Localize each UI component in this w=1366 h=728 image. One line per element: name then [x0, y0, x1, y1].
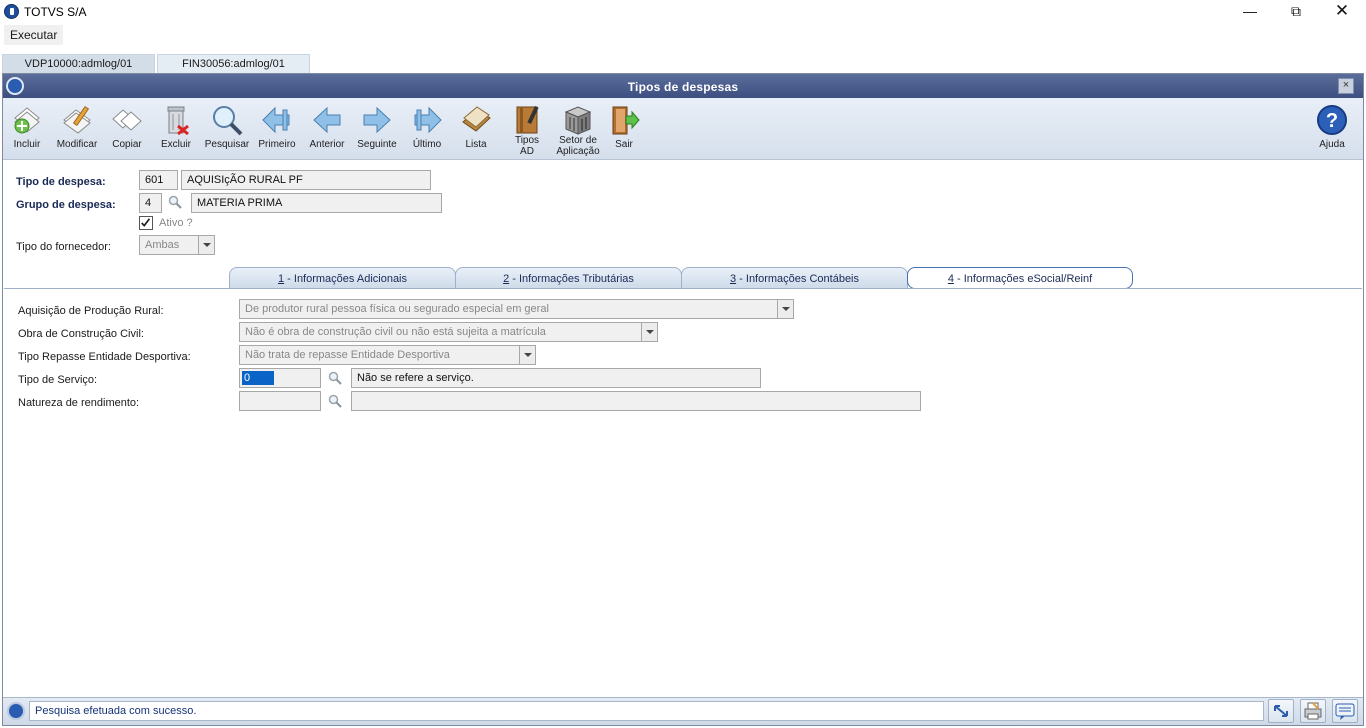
- tab-panel-esocial: [4, 288, 1362, 694]
- resize-arrows-icon: [1274, 705, 1288, 717]
- tipo-despesa-label: Tipo de despesa:: [16, 176, 106, 188]
- tipos-label-1: Tipos: [514, 135, 540, 146]
- svg-text:?: ?: [1326, 110, 1338, 132]
- copiar-button[interactable]: Copiar: [104, 102, 150, 158]
- aquisicao-value: De produtor rural pessoa física ou segur…: [245, 303, 549, 315]
- edit-document-icon: [63, 105, 91, 134]
- sair-button[interactable]: Sair: [601, 102, 647, 158]
- repasse-label: Tipo Repasse Entidade Desportiva:: [18, 351, 191, 363]
- tipo-fornecedor-value: Ambas: [145, 239, 180, 251]
- seguinte-button[interactable]: Seguinte: [354, 102, 400, 158]
- modificar-button[interactable]: Modificar: [54, 102, 100, 158]
- ativo-label: Ativo ?: [159, 217, 193, 229]
- book-list-icon: [462, 106, 491, 132]
- excluir-label: Excluir: [160, 139, 191, 150]
- servico-code-field[interactable]: 0: [239, 368, 321, 388]
- previous-record-icon: [313, 106, 341, 134]
- ajuda-button[interactable]: ? Ajuda: [1309, 102, 1355, 158]
- chat-message-icon: [1335, 703, 1355, 720]
- totvs-status-icon: [7, 702, 25, 720]
- tab-2-label: - Informações Tributárias: [509, 273, 634, 285]
- app-title: TOTVS S/A: [24, 5, 87, 19]
- repasse-value: Não trata de repasse Entidade Desportiva: [245, 349, 450, 361]
- printer-icon: [1304, 702, 1322, 720]
- first-record-icon: [262, 106, 290, 134]
- chevron-down-icon: [641, 323, 657, 341]
- grupo-despesa-label: Grupo de despesa:: [16, 199, 116, 211]
- natureza-label: Natureza de rendimento:: [18, 397, 140, 409]
- print-button[interactable]: [1300, 699, 1326, 723]
- building-icon: [564, 106, 592, 135]
- magnifier-search-icon: [213, 106, 243, 136]
- copy-document-icon: [112, 109, 142, 131]
- trash-delete-icon: [167, 106, 189, 136]
- exit-door-icon: [612, 106, 640, 135]
- obra-select[interactable]: Não é obra de construção civil ou não es…: [239, 322, 658, 342]
- aquisicao-select[interactable]: De produtor rural pessoa física ou segur…: [239, 299, 794, 319]
- pesquisar-button[interactable]: Pesquisar: [204, 102, 250, 158]
- tipo-fornecedor-label: Tipo do fornecedor:: [16, 241, 111, 253]
- tab-1-label: - Informações Adicionais: [284, 273, 407, 285]
- tab-3-label: - Informações Contábeis: [736, 273, 859, 285]
- chevron-down-icon: [198, 236, 214, 254]
- checkmark-icon: [141, 218, 151, 227]
- window-close-button[interactable]: ×: [1338, 78, 1354, 94]
- sair-label: Sair: [615, 139, 633, 150]
- last-record-icon: [414, 106, 442, 134]
- status-message: Pesquisa efetuada com sucesso.: [29, 701, 1264, 721]
- messages-button[interactable]: [1332, 699, 1358, 723]
- add-document-icon: [14, 107, 40, 134]
- chevron-down-icon: [519, 346, 535, 364]
- aquisicao-label: Aquisição de Produção Rural:: [18, 305, 164, 317]
- tipo-despesa-code-field[interactable]: 601: [139, 170, 178, 190]
- grupo-despesa-zoom-icon[interactable]: [168, 195, 182, 209]
- anterior-button[interactable]: Anterior: [304, 102, 350, 158]
- tab-informacoes-adicionais[interactable]: 1 - Informações Adicionais: [229, 267, 456, 289]
- help-question-icon: ?: [1317, 105, 1347, 135]
- tipos-ad-button[interactable]: Tipos AD: [504, 102, 550, 158]
- servico-desc-field[interactable]: Não se refere a serviço.: [351, 368, 761, 388]
- obra-value: Não é obra de construção civil ou não es…: [245, 326, 546, 338]
- grupo-despesa-desc-field[interactable]: MATERIA PRIMA: [191, 193, 442, 213]
- natureza-desc-field[interactable]: [351, 391, 921, 411]
- grupo-despesa-code-field[interactable]: 4: [139, 193, 162, 213]
- restore-button[interactable]: ⧉: [1273, 0, 1319, 24]
- excluir-button[interactable]: Excluir: [153, 102, 199, 158]
- lista-label: Lista: [465, 139, 487, 150]
- window-title: Tipos de despesas: [627, 80, 739, 94]
- incluir-button[interactable]: Incluir: [4, 102, 50, 158]
- tab-informacoes-esocial-reinf[interactable]: 4 - Informações eSocial/Reinf: [907, 267, 1133, 289]
- servico-zoom-icon[interactable]: [328, 371, 342, 385]
- resize-window-button[interactable]: [1268, 699, 1294, 723]
- next-record-icon: [363, 106, 391, 134]
- natureza-zoom-icon[interactable]: [328, 394, 342, 408]
- program-tab-fin30056[interactable]: FIN30056:admlog/01: [157, 54, 310, 73]
- obra-label: Obra de Construção Civil:: [18, 328, 144, 340]
- book-edit-icon: [516, 105, 539, 134]
- tab-informacoes-contabeis[interactable]: 3 - Informações Contábeis: [681, 267, 908, 289]
- tipo-despesa-desc-field[interactable]: AQUISIçÃO RURAL PF: [181, 170, 431, 190]
- minimize-button[interactable]: —: [1227, 0, 1273, 24]
- tab-informacoes-tributarias[interactable]: 2 - Informações Tributárias: [455, 267, 682, 289]
- servico-label: Tipo de Serviço:: [18, 374, 98, 386]
- tab-4-label: - Informações eSocial/Reinf: [953, 273, 1093, 285]
- close-app-button[interactable]: ✕: [1319, 0, 1365, 24]
- app-titlebar: [0, 0, 1366, 24]
- primeiro-button[interactable]: Primeiro: [254, 102, 300, 158]
- servico-code-selection: 0: [242, 371, 274, 385]
- tipos-label-2: AD: [520, 146, 534, 157]
- ajuda-label: Ajuda: [1319, 139, 1345, 150]
- ultimo-button[interactable]: Último: [404, 102, 450, 158]
- repasse-select[interactable]: Não trata de repasse Entidade Desportiva: [239, 345, 536, 365]
- menu-executar[interactable]: Executar: [4, 25, 64, 45]
- ativo-checkbox[interactable]: [139, 216, 153, 230]
- chevron-down-icon: [777, 300, 793, 318]
- tipo-fornecedor-select[interactable]: Ambas: [139, 235, 215, 255]
- totvs-logo-icon: [4, 4, 19, 19]
- lista-button[interactable]: Lista: [453, 102, 499, 158]
- program-tab-vdp10000[interactable]: VDP10000:admlog/01: [2, 54, 155, 73]
- natureza-code-field[interactable]: [239, 391, 321, 411]
